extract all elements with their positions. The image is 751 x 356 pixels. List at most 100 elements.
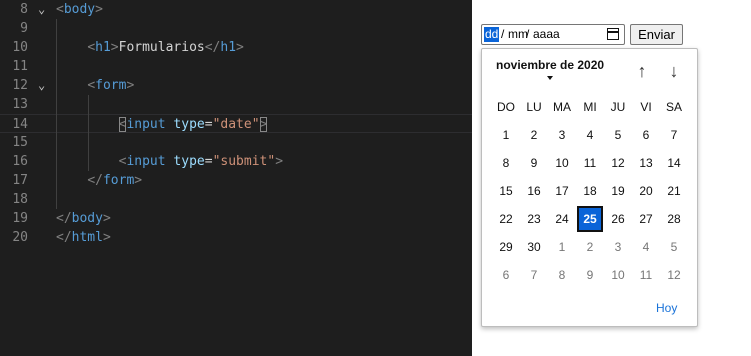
code-text: <input type="submit"> — [118, 154, 284, 169]
code-line[interactable]: 10 <h1>Formularios</h1> — [0, 38, 472, 57]
calendar-day[interactable]: 16 — [521, 178, 547, 204]
code-line[interactable]: 13 — [0, 95, 472, 114]
calendar-day[interactable]: 27 — [633, 206, 659, 232]
calendar-day[interactable]: 12 — [661, 262, 687, 288]
weekday-header: DO — [497, 100, 515, 114]
calendar-day[interactable]: 1 — [549, 234, 575, 260]
next-month-button[interactable]: ↓ — [664, 61, 684, 81]
date-input[interactable]: dd / mm / aaaa — [481, 24, 625, 45]
calendar-day[interactable]: 7 — [521, 262, 547, 288]
calendar-day[interactable]: 6 — [633, 122, 659, 148]
code-line[interactable]: 11 — [0, 57, 472, 76]
date-separator: / — [501, 27, 505, 41]
calendar-day[interactable]: 22 — [493, 206, 519, 232]
calendar-day[interactable]: 10 — [549, 150, 575, 176]
calendar-day[interactable]: 17 — [549, 178, 575, 204]
line-number: 17 — [12, 173, 28, 188]
date-picker-popup: noviembre de 2020 ↑ ↓ Hoy DO LU MA MI JU VI SA… — [481, 48, 698, 327]
code-line[interactable]: 12 ⌄ <form> — [0, 76, 472, 95]
line-number: 14 — [12, 117, 28, 132]
code-text: <body> — [56, 2, 103, 17]
line-number: 10 — [12, 40, 28, 55]
code-text: <h1>Formularios</h1> — [87, 40, 244, 55]
previous-month-button[interactable]: ↑ — [632, 61, 652, 81]
code-editor[interactable]: 8 ⌄ <body> 9 10 <h1>Formularios</h1> 11 12 ⌄ <f… — [0, 0, 472, 356]
month-dropdown-icon[interactable] — [547, 76, 553, 80]
calendar-day[interactable]: 23 — [521, 206, 547, 232]
calendar-day[interactable]: 3 — [605, 234, 631, 260]
code-line[interactable]: 9 — [0, 19, 472, 38]
fold-chevron-icon[interactable]: ⌄ — [38, 76, 45, 95]
calendar-day[interactable]: 3 — [549, 122, 575, 148]
code-line[interactable]: 15 — [0, 133, 472, 152]
calendar-day[interactable]: 20 — [633, 178, 659, 204]
line-number: 19 — [12, 211, 28, 226]
fold-chevron-icon[interactable]: ⌄ — [38, 0, 45, 19]
calendar-day[interactable]: 1 — [493, 122, 519, 148]
month-year-label[interactable]: noviembre de 2020 — [496, 58, 604, 72]
code-line[interactable]: 20 </html> — [0, 228, 472, 247]
today-button[interactable]: Hoy — [656, 301, 677, 315]
calendar-day[interactable]: 7 — [661, 122, 687, 148]
date-day-segment[interactable]: dd — [484, 27, 500, 42]
calendar-day[interactable]: 4 — [633, 234, 659, 260]
line-number: 9 — [20, 21, 28, 36]
calendar-day[interactable]: 30 — [521, 234, 547, 260]
code-text: </body> — [56, 211, 111, 226]
weekday-header: LU — [526, 100, 542, 114]
code-line[interactable]: 17 </form> — [0, 171, 472, 190]
calendar-day[interactable]: 8 — [493, 150, 519, 176]
line-number: 15 — [12, 135, 28, 150]
calendar-day[interactable]: 9 — [521, 150, 547, 176]
calendar-day[interactable]: 18 — [577, 178, 603, 204]
calendar-day[interactable]: 19 — [605, 178, 631, 204]
calendar-day[interactable]: 5 — [661, 234, 687, 260]
code-text: </form> — [87, 173, 143, 188]
code-text: </html> — [56, 230, 111, 245]
line-number: 18 — [12, 192, 28, 207]
indent-guide — [56, 19, 57, 209]
calendar-day[interactable]: 9 — [577, 262, 603, 288]
code-line[interactable]: 14 <input type="date"> — [0, 114, 472, 133]
selected-day[interactable]: 25 — [577, 206, 603, 232]
code-line[interactable]: 16 <input type="submit"> — [0, 152, 472, 171]
calendar-day[interactable]: 6 — [493, 262, 519, 288]
weekday-header: MI — [583, 100, 597, 114]
calendar-day[interactable]: 11 — [633, 262, 659, 288]
calendar-day[interactable]: 2 — [577, 234, 603, 260]
date-year-segment[interactable]: aaaa — [533, 27, 560, 42]
weekday-header: JU — [610, 100, 626, 114]
submit-button[interactable]: Enviar — [630, 24, 683, 45]
line-number: 20 — [12, 230, 28, 245]
calendar-day[interactable]: 26 — [605, 206, 631, 232]
date-month-segment[interactable]: mm — [508, 27, 528, 42]
calendar-day[interactable]: 14 — [661, 150, 687, 176]
calendar-day[interactable]: 10 — [605, 262, 631, 288]
calendar-day[interactable]: 12 — [605, 150, 631, 176]
calendar-day[interactable]: 28 — [661, 206, 687, 232]
line-number: 16 — [12, 154, 28, 169]
indent-guide — [88, 95, 89, 171]
calendar-day[interactable]: 15 — [493, 178, 519, 204]
calendar-day[interactable]: 29 — [493, 234, 519, 260]
weekday-header: SA — [665, 100, 682, 114]
calendar-day[interactable]: 21 — [661, 178, 687, 204]
code-line[interactable]: 18 — [0, 190, 472, 209]
calendar-day[interactable]: 24 — [549, 206, 575, 232]
line-number: 11 — [12, 59, 28, 74]
calendar-day[interactable]: 2 — [521, 122, 547, 148]
line-number: 8 — [20, 2, 28, 17]
weekday-header: MA — [553, 100, 571, 114]
code-text: <form> — [87, 78, 135, 93]
calendar-day[interactable]: 5 — [605, 122, 631, 148]
calendar-day[interactable]: 4 — [577, 122, 603, 148]
line-number: 12 — [12, 78, 28, 93]
calendar-day[interactable]: 13 — [633, 150, 659, 176]
date-separator: / — [526, 27, 530, 41]
calendar-day[interactable]: 11 — [577, 150, 603, 176]
calendar-icon[interactable] — [607, 28, 619, 40]
line-number: 13 — [12, 97, 28, 112]
code-line[interactable]: 8 ⌄ <body> — [0, 0, 472, 19]
code-line[interactable]: 19 </body> — [0, 209, 472, 228]
calendar-day[interactable]: 8 — [549, 262, 575, 288]
